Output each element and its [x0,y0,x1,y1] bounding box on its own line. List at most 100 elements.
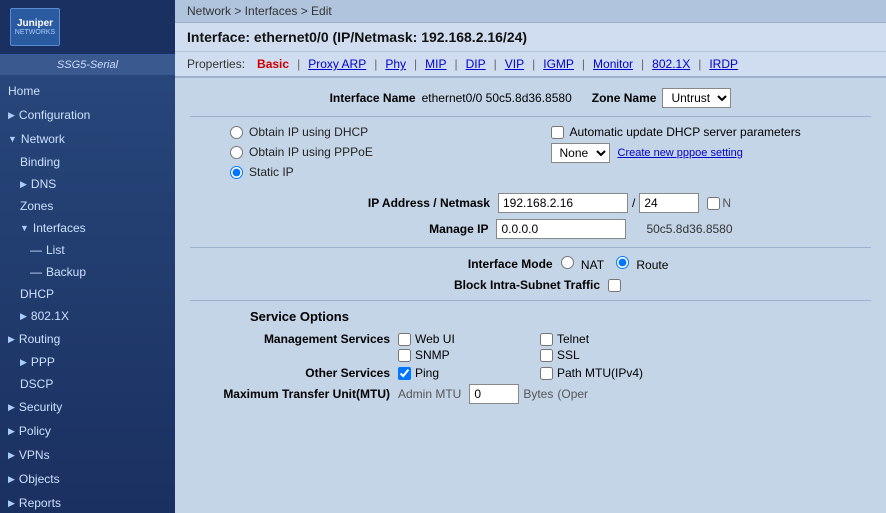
interface-name-row: Interface Name ethernet0/0 50c5.8d36.858… [190,88,871,108]
content-area: Interface Name ethernet0/0 50c5.8d36.858… [175,78,886,513]
mtu-row: Maximum Transfer Unit(MTU) Admin MTU Byt… [190,384,871,404]
sidebar-item-interfaces-backup[interactable]: —Backup [0,261,175,283]
sidebar-item-dscp[interactable]: DSCP [0,373,175,395]
juniper-logo: Juniper NETWORKS [10,8,60,46]
interface-title: Interface: ethernet0/0 (IP/Netmask: 192.… [175,23,886,52]
sidebar-item-security[interactable]: ▶Security [0,395,175,419]
tab-monitor[interactable]: Monitor [589,56,637,72]
sidebar-item-binding[interactable]: Binding [0,151,175,173]
tab-irdp[interactable]: IRDP [705,56,742,72]
dhcp-radio[interactable] [230,126,243,139]
ping-check: Ping [398,366,538,380]
auto-dhcp-checkbox[interactable] [551,126,564,139]
other-services-label: Other Services [190,366,390,380]
ping-label: Ping [415,366,439,380]
telnet-check: Telnet [540,332,680,346]
logo-networks: NETWORKS [15,29,55,36]
sidebar-item-network[interactable]: ▼Network [0,127,175,151]
snmp-check: SNMP [398,348,538,362]
zone-name-label: Zone Name [592,91,657,105]
create-pppoe-link[interactable]: Create new pppoe setting [618,147,743,159]
ssl-label: SSL [557,348,580,362]
pppoe-radio[interactable] [230,146,243,159]
route-label: Route [636,258,668,272]
webui-check: Web UI [398,332,538,346]
manage-ip-input[interactable] [496,219,626,239]
ip-address-input[interactable] [498,193,628,213]
sidebar-logo: Juniper NETWORKS [0,0,175,55]
tab-8021x[interactable]: 802.1X [648,56,694,72]
sidebar-item-configuration[interactable]: ▶Configuration [0,103,175,127]
nat-radio[interactable] [561,256,574,269]
telnet-checkbox[interactable] [540,333,553,346]
management-services-label: Management Services [190,332,390,346]
pppoe-select[interactable]: None [551,143,610,163]
zone-select[interactable]: Untrust Trust DMZ MGT Null [662,88,731,108]
sidebar-item-dhcp[interactable]: DHCP [0,283,175,305]
interface-mode-label: Interface Mode [393,257,553,271]
pppoe-label: Obtain IP using PPPoE [249,145,373,159]
sidebar-item-interfaces[interactable]: ▼Interfaces [0,217,175,239]
manage-ip-row: Manage IP 50c5.8d36.8580 [190,219,871,239]
netmask-checkbox[interactable] [707,197,720,210]
mac-address: 50c5.8d36.8580 [646,222,732,236]
route-radio[interactable] [616,256,629,269]
ip-address-row: IP Address / Netmask / N [190,193,871,213]
ip-address-label: IP Address / Netmask [330,196,490,210]
block-traffic-row: Block Intra-Subnet Traffic [190,278,871,292]
static-radio[interactable] [230,166,243,179]
nat-label: NAT [581,258,604,272]
nat-option: NAT [561,256,604,272]
tab-phy[interactable]: Phy [381,56,410,72]
netmask-extra: N [722,196,731,210]
sidebar-item-vpns[interactable]: ▶VPNs [0,443,175,467]
tab-vip[interactable]: VIP [501,56,528,72]
sidebar-item-8021x[interactable]: ▶802.1X [0,305,175,327]
tab-dip[interactable]: DIP [462,56,490,72]
properties-label: Properties: [187,57,245,71]
ping-checkbox[interactable] [398,367,411,380]
sidebar-item-reports[interactable]: ▶Reports [0,491,175,513]
sidebar-item-objects[interactable]: ▶Objects [0,467,175,491]
tab-mip[interactable]: MIP [421,56,450,72]
ip-options-area: Obtain IP using DHCP Obtain IP using PPP… [190,125,871,185]
other-services-row: Other Services Ping Path MTU(IPv4) [190,366,871,380]
path-mtu-checkbox[interactable] [540,367,553,380]
tab-basic[interactable]: Basic [253,56,293,72]
sidebar-item-zones[interactable]: Zones [0,195,175,217]
tab-igmp[interactable]: IGMP [539,56,578,72]
main-content: Network > Interfaces > Edit Interface: e… [175,0,886,513]
dhcp-radio-row: Obtain IP using DHCP [230,125,551,139]
netmask-input[interactable] [639,193,699,213]
sidebar-item-policy[interactable]: ▶Policy [0,419,175,443]
sidebar-item-interfaces-list[interactable]: —List [0,239,175,261]
mode-options: NAT Route [561,256,669,272]
webui-label: Web UI [415,332,455,346]
interface-mode-row: Interface Mode NAT Route [190,256,871,272]
management-services-row: Management Services Web UI Telnet SNMP [190,332,871,362]
sidebar-item-routing[interactable]: ▶Routing [0,327,175,351]
tab-proxy-arp[interactable]: Proxy ARP [304,56,370,72]
sidebar-item-home[interactable]: Home [0,79,175,103]
open-paren: (Oper [557,387,588,401]
telnet-label: Telnet [557,332,589,346]
route-option: Route [616,256,668,272]
logo-text: Juniper [17,18,53,29]
ssl-checkbox[interactable] [540,349,553,362]
ip-left: Obtain IP using DHCP Obtain IP using PPP… [190,125,551,185]
manage-ip-label: Manage IP [328,222,488,236]
block-traffic-checkbox[interactable] [608,279,621,292]
pppoe-radio-row: Obtain IP using PPPoE [230,145,551,159]
mtu-input[interactable] [469,384,519,404]
webui-checkbox[interactable] [398,333,411,346]
sidebar-item-ppp[interactable]: ▶PPP [0,351,175,373]
properties-bar: Properties: Basic | Proxy ARP | Phy | MI… [175,52,886,78]
auto-update-row: Automatic update DHCP server parameters [551,125,872,139]
static-radio-row: Static IP [230,165,551,179]
snmp-checkbox[interactable] [398,349,411,362]
interface-name-label: Interface Name [330,91,416,105]
sidebar-item-dns[interactable]: ▶DNS [0,173,175,195]
static-label: Static IP [249,165,294,179]
sidebar: Juniper NETWORKS SSG5-Serial Home ▶Confi… [0,0,175,513]
bytes-label: Bytes [523,387,553,401]
